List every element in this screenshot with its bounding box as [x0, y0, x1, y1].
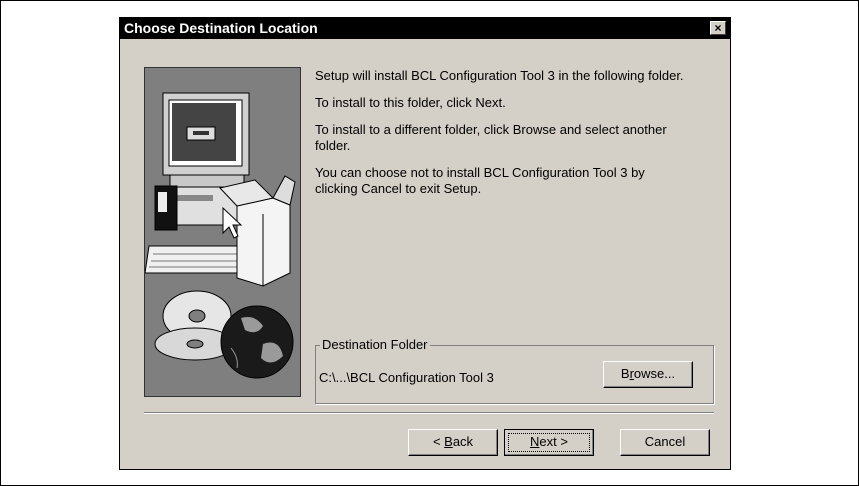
destination-folder-label: Destination Folder	[320, 337, 430, 352]
cancel-instruction-line2: clicking Cancel to exit Setup.	[315, 181, 482, 196]
browse-button[interactable]: Browse...	[603, 361, 693, 388]
focus-rectangle	[508, 433, 590, 452]
close-button[interactable]: ×	[710, 21, 726, 35]
back-label-start: <	[432, 434, 445, 449]
setup-illustration	[144, 67, 301, 397]
computer-and-disc-art	[144, 92, 296, 379]
browse-label-end: owse...	[633, 366, 676, 381]
browse-label-start: B	[620, 366, 630, 381]
destination-folder-group: Destination Folder C:\...\BCL Configurat…	[315, 337, 714, 404]
button-separator	[144, 412, 714, 414]
next-button[interactable]: Next >	[504, 429, 594, 456]
back-label-end: ack	[452, 434, 474, 449]
back-accelerator: B	[444, 434, 453, 449]
cancel-instruction-line1: You can choose not to install BCL Config…	[315, 165, 645, 180]
browse-instruction-line1: To install to a different folder, click …	[315, 122, 667, 137]
cancel-button[interactable]: Cancel	[620, 429, 710, 456]
title-bar[interactable]: Choose Destination Location ×	[120, 18, 730, 39]
dialog-title: Choose Destination Location	[124, 20, 318, 36]
browse-instruction-line2: folder.	[315, 138, 351, 153]
close-icon: ×	[714, 21, 722, 35]
destination-path: C:\...\BCL Configuration Tool 3	[319, 370, 494, 385]
setup-dialog: Choose Destination Location × Setup will…	[119, 17, 731, 470]
intro-line: Setup will install BCL Configuration Too…	[315, 68, 684, 83]
next-instruction: To install to this folder, click Next.	[315, 95, 506, 110]
back-button[interactable]: < Back	[408, 429, 498, 456]
